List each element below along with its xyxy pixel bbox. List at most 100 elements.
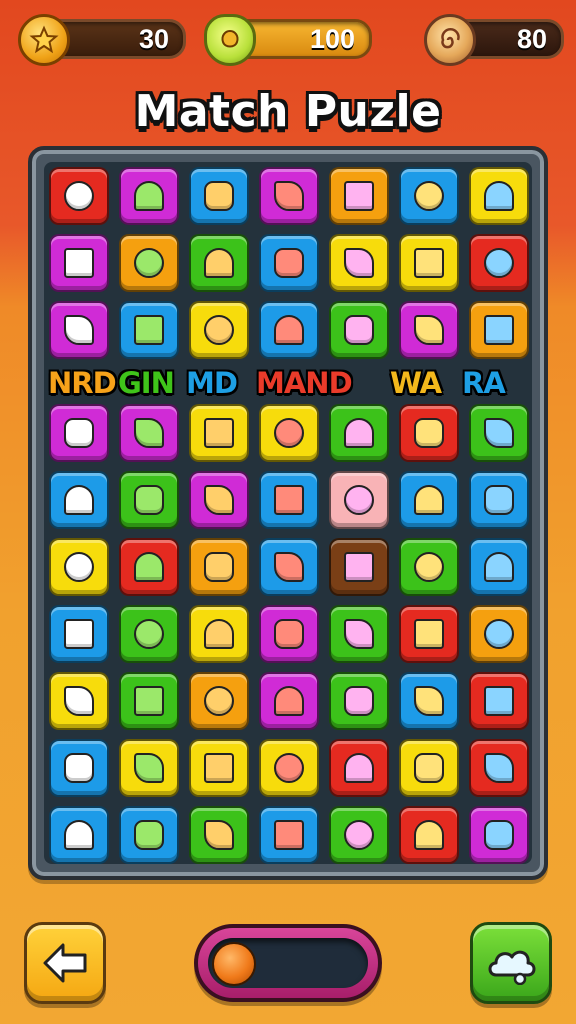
tile-grapes[interactable] [399, 301, 459, 359]
bow-icon [134, 820, 164, 850]
tile-pencil[interactable] [329, 301, 389, 359]
tile-donut[interactable] [329, 471, 389, 529]
hint-button[interactable] [470, 922, 552, 1004]
tile-umbrella[interactable] [329, 739, 389, 797]
tile-carrot[interactable] [329, 167, 389, 225]
yarn-icon [274, 552, 304, 582]
tile-spiral[interactable] [329, 605, 389, 663]
pencil-icon [344, 315, 374, 345]
tile-racket[interactable] [119, 301, 179, 359]
tile-yarn[interactable] [259, 538, 319, 596]
word-fragment: NRD [48, 366, 117, 400]
cheese-icon [134, 418, 164, 448]
back-button[interactable] [24, 922, 106, 1004]
tile-roller[interactable] [469, 471, 529, 529]
tile-cloud[interactable] [399, 739, 459, 797]
lollipop-icon [414, 181, 444, 211]
tile-shield[interactable] [119, 167, 179, 225]
tile-duck[interactable] [119, 672, 179, 730]
tile-plum[interactable] [469, 404, 529, 462]
tile-leaf[interactable] [189, 234, 249, 292]
tile-bottle[interactable] [119, 739, 179, 797]
tile-toolbox[interactable] [469, 167, 529, 225]
tile-bow[interactable] [119, 806, 179, 864]
tile-lemon[interactable] [49, 806, 109, 864]
mushroom-icon [134, 619, 164, 649]
tile-tomato[interactable] [259, 672, 319, 730]
tile-cake[interactable] [49, 404, 109, 462]
slider-track[interactable] [208, 938, 368, 988]
tile-donut[interactable] [189, 605, 249, 663]
tile-ring[interactable] [399, 471, 459, 529]
tile-heart[interactable] [329, 806, 389, 864]
tile-cheese[interactable] [399, 806, 459, 864]
carrot-icon [344, 181, 374, 211]
tile-bone[interactable] [399, 234, 459, 292]
puzzle-icon [64, 552, 94, 582]
tile-stick[interactable] [259, 806, 319, 864]
tile-sprout[interactable] [189, 672, 249, 730]
tile-bucket[interactable] [469, 301, 529, 359]
sun-icon [274, 619, 304, 649]
coin-counter: 30 [18, 14, 186, 66]
tile-bean[interactable] [329, 234, 389, 292]
tile-gear[interactable] [399, 605, 459, 663]
tile-amulet[interactable] [119, 234, 179, 292]
tile-cloud[interactable] [259, 404, 319, 462]
tile-crayon[interactable] [49, 605, 109, 663]
swirl-candy-icon [424, 14, 476, 66]
tile-cupcake[interactable] [469, 538, 529, 596]
tile-pencil[interactable] [399, 672, 459, 730]
tile-donut[interactable] [49, 672, 109, 730]
tile-lollipop[interactable] [399, 167, 459, 225]
tile-heart[interactable] [189, 167, 249, 225]
tile-pencil[interactable] [49, 739, 109, 797]
tile-sun[interactable] [259, 605, 319, 663]
star-icon [204, 820, 234, 850]
tile-puzzle[interactable] [49, 538, 109, 596]
tile-sun[interactable] [259, 167, 319, 225]
tile-pencil[interactable] [49, 234, 109, 292]
game-board: NRD GIN MD MAND WA RA [28, 146, 548, 880]
heart-icon [344, 820, 374, 850]
tile-mushroom[interactable] [119, 605, 179, 663]
tile-bagel[interactable] [189, 301, 249, 359]
slider-knob[interactable] [212, 942, 256, 986]
tile-chick[interactable] [49, 471, 109, 529]
tile-box[interactable] [469, 806, 529, 864]
tile-dice[interactable] [259, 234, 319, 292]
tile-cinnamon-roll[interactable] [259, 739, 319, 797]
tile-crayon[interactable] [189, 739, 249, 797]
power-slider[interactable] [194, 924, 382, 1002]
tile-onion[interactable] [189, 404, 249, 462]
crayon-icon [204, 753, 234, 783]
tile-donut[interactable] [329, 538, 389, 596]
tile-coin[interactable] [469, 739, 529, 797]
tile-apple[interactable] [49, 167, 109, 225]
tile-hammer[interactable] [259, 301, 319, 359]
tile-gem[interactable] [469, 672, 529, 730]
tile-balloon[interactable] [329, 672, 389, 730]
tile-pepper[interactable] [469, 234, 529, 292]
gem-value: 100 [309, 24, 355, 54]
tile-dragon[interactable] [399, 404, 459, 462]
tile-emblem[interactable] [119, 538, 179, 596]
tile-cheese[interactable] [119, 404, 179, 462]
grapes-icon [414, 315, 444, 345]
tile-balloon[interactable] [469, 605, 529, 663]
umbrella-icon [344, 753, 374, 783]
amulet-icon [134, 248, 164, 278]
bagel-icon [204, 315, 234, 345]
tile-croissant[interactable] [399, 538, 459, 596]
duck-icon [134, 686, 164, 716]
tile-star[interactable] [189, 806, 249, 864]
tile-crayon[interactable] [259, 471, 319, 529]
donut-icon [344, 485, 374, 515]
tile-milk[interactable] [49, 301, 109, 359]
tile-carrot[interactable] [329, 404, 389, 462]
ring-icon [414, 485, 444, 515]
tile-rolling-pin[interactable] [189, 538, 249, 596]
tile-pudding[interactable] [119, 471, 179, 529]
tile-crossbones[interactable] [189, 471, 249, 529]
cloud-icon [274, 418, 304, 448]
